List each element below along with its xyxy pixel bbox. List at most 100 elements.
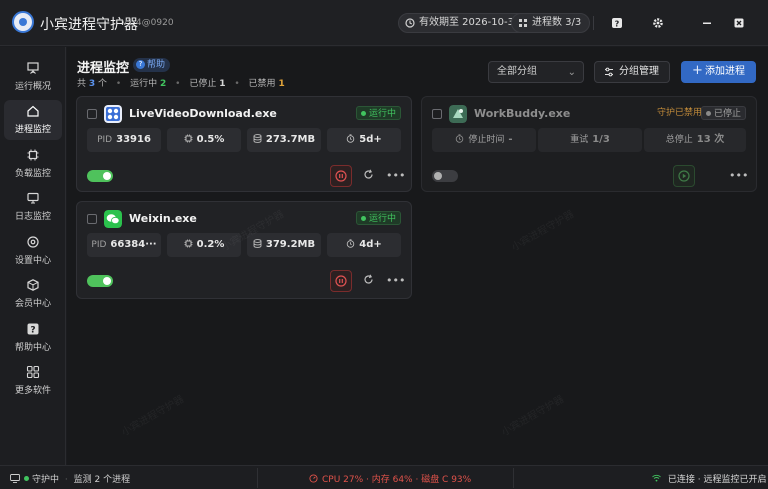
timer-icon (347, 239, 355, 248)
memory-value: 379.2MB (265, 239, 316, 250)
select-checkbox[interactable] (432, 109, 442, 119)
pid-value: 33916 (116, 134, 151, 145)
gear-icon[interactable] (649, 14, 667, 32)
stats-running-label: 运行中 (130, 79, 158, 89)
connection-status: 已连接 · 远程监控已开启 (652, 472, 766, 485)
more-icon[interactable]: ••• (386, 169, 405, 183)
stop-time-metric: 停止时间 - (432, 128, 536, 152)
stats-disabled: 1 (278, 79, 285, 89)
sidebar-item-load-monitor[interactable]: 负载监控 (4, 144, 62, 184)
sidebar-item-label: 设置中心 (14, 256, 51, 266)
statusbar-divider (513, 468, 514, 488)
retry-value: 1/3 (592, 134, 610, 145)
group-manage-button[interactable]: 分组管理 (594, 61, 670, 83)
expiry-text: 有效期至 2026-10-31 (419, 17, 521, 28)
app-version: v1.4@0920 (122, 18, 174, 28)
sidebar-item-label: 负载监控 (14, 169, 51, 179)
process-name: LiveVideoDownload.exe (129, 107, 277, 120)
guard-status: 守护中 · 监测 2 个进程 (10, 472, 130, 485)
main-content: 进程监控 帮助 共 3 个 • 运行中 2 • 已停止 1 • 已禁用 1 全部… (67, 47, 768, 465)
stats-stopped-label: 已停止 (189, 79, 217, 89)
monitor-icon (27, 192, 39, 204)
sidebar-item-label: 进程监控 (14, 125, 51, 135)
sidebar-item-log-monitor[interactable]: 日志监控 (4, 187, 62, 227)
settings-circle-icon (27, 236, 39, 248)
grid-icon (26, 365, 40, 379)
titlebar-divider (593, 16, 594, 30)
total-stops-label: 总停止 (665, 135, 693, 145)
sidebar-item-label: 日志监控 (14, 212, 51, 222)
process-card: WorkBuddy.exe 守护已禁用 已停止 停止时间 - 重试 1/3 总停止 1… (421, 96, 757, 192)
pid-label: PID (91, 240, 107, 250)
enable-toggle[interactable] (87, 275, 113, 287)
process-stats: 共 3 个 • 运行中 2 • 已停止 1 • 已禁用 1 (77, 79, 285, 89)
grid-small-icon (519, 19, 527, 27)
select-checkbox[interactable] (87, 109, 97, 119)
add-process-label: 添加进程 (705, 66, 745, 77)
uptime-metric: 4d+ (327, 233, 401, 257)
chevron-down-icon: ⌄ (567, 67, 576, 78)
enable-toggle[interactable] (432, 170, 458, 182)
retry-label: 重试 (570, 135, 589, 145)
add-process-button[interactable]: 添加进程 (681, 60, 756, 83)
sidebar-item-more-software[interactable]: 更多软件 (4, 361, 62, 401)
database-icon (253, 134, 262, 143)
pid-metric: PID 33916 (87, 128, 161, 152)
memory-metric: 273.7MB (247, 128, 321, 152)
resource-text: CPU 27% · 内存 64% · 磁盘 C 93% (322, 475, 472, 485)
sliders-icon (605, 67, 613, 77)
process-card: LiveVideoDownload.exe 运行中 PID 33916 0.5% … (76, 96, 412, 192)
stop-button[interactable] (330, 270, 352, 292)
guard-status-badge: 守护已禁用 (656, 108, 702, 118)
svg-text:?: ? (30, 326, 35, 336)
monitor-small-icon (10, 474, 20, 483)
page-title: 进程监控 (77, 61, 130, 76)
restart-icon[interactable] (361, 274, 375, 288)
help-link[interactable]: 帮助 (133, 58, 171, 72)
status-badge: 已停止 (700, 106, 746, 120)
pid-value: 66384··· (110, 239, 157, 250)
sidebar-item-overview[interactable]: 运行概况 (4, 57, 62, 97)
title-bar: 小宾进程守护器 v1.4@0920 有效期至 2026-10-31 进程数 3/… (0, 0, 768, 46)
restart-icon[interactable] (361, 169, 375, 183)
status-bar: 守护中 · 监测 2 个进程 CPU 27% · 内存 64% · 磁盘 C 9… (0, 465, 768, 489)
monitoring-text: 监测 2 个进程 (73, 475, 131, 485)
presentation-icon (27, 62, 39, 74)
question-icon[interactable]: ? (608, 14, 626, 32)
connection-text: 已连接 · 远程监控已开启 (667, 475, 767, 485)
sidebar-item-help[interactable]: ? 帮助中心 (4, 318, 62, 358)
sidebar-item-settings[interactable]: 设置中心 (4, 231, 62, 271)
stats-running: 2 (160, 79, 167, 89)
help-box-icon: ? (27, 323, 39, 336)
memory-metric: 379.2MB (247, 233, 321, 257)
process-name: WorkBuddy.exe (474, 107, 571, 120)
minimize-icon[interactable] (698, 14, 716, 32)
process-card: Weixin.exe 运行中 PID 66384··· 0.2% 379.2MB … (76, 201, 412, 299)
enable-toggle[interactable] (87, 170, 113, 182)
box-icon (27, 279, 39, 291)
more-icon[interactable]: ••• (729, 169, 748, 183)
play-icon (678, 170, 690, 182)
stop-button[interactable] (330, 165, 352, 187)
cpu-icon (184, 239, 193, 248)
sidebar-item-label: 更多软件 (14, 386, 51, 396)
close-icon[interactable] (730, 14, 748, 32)
start-button[interactable] (673, 165, 695, 187)
watermark: 小宾进程守护器 (509, 208, 577, 254)
group-select[interactable]: 全部分组 ⌄ (488, 61, 584, 83)
stats-total: 3 (88, 79, 96, 89)
process-count-badge: 进程数 3/3 (511, 13, 591, 33)
retry-metric: 重试 1/3 (538, 128, 642, 152)
sidebar-item-process-monitor[interactable]: 进程监控 (4, 100, 62, 140)
stop-time-label: 停止时间 (468, 135, 505, 145)
more-icon[interactable]: ••• (386, 274, 405, 288)
timer-icon (456, 134, 464, 143)
group-manage-label: 分组管理 (619, 66, 659, 77)
select-checkbox[interactable] (87, 214, 97, 224)
sidebar-item-member[interactable]: 会员中心 (4, 274, 62, 314)
wifi-icon (652, 474, 664, 485)
sidebar-item-label: 帮助中心 (14, 343, 51, 353)
stats-total-suffix: 个 (98, 79, 108, 89)
guard-text: 守护中 (32, 475, 60, 485)
stop-time-value: - (508, 134, 513, 145)
